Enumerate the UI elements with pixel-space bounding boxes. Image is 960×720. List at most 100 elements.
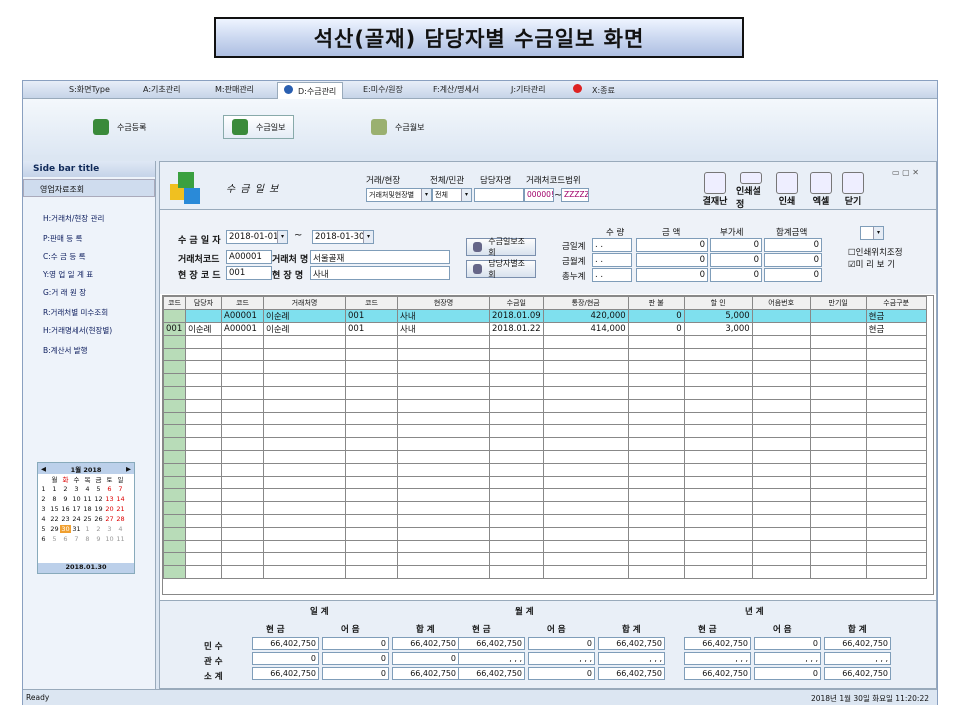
calendar-day[interactable]: 12	[93, 495, 104, 503]
calendar-day[interactable]: 26	[93, 515, 104, 523]
calendar-day[interactable]: 8	[82, 535, 93, 543]
table-row[interactable]	[163, 334, 927, 349]
table-row[interactable]	[163, 526, 927, 541]
calendar-day[interactable]: 10	[71, 495, 82, 503]
code-from-input[interactable]: 00000!	[524, 188, 554, 202]
close-button[interactable]: 닫기	[838, 172, 868, 210]
ribbon-monthly-report[interactable]: 수금월보	[363, 115, 432, 139]
public-select[interactable]: 전체 ▾	[432, 188, 472, 202]
calendar-day[interactable]: 4	[115, 525, 126, 533]
calendar-day[interactable]: 6	[60, 535, 71, 543]
calendar-day[interactable]: 1	[82, 525, 93, 533]
sidebar-item-ledger[interactable]: G:거 래 원 장	[43, 287, 86, 298]
calendar-day[interactable]: 3	[104, 525, 115, 533]
print-button[interactable]: 인쇄	[772, 172, 802, 210]
calendar-day[interactable]: 8	[49, 495, 60, 503]
calendar-day[interactable]: 19	[93, 505, 104, 513]
table-row[interactable]	[163, 437, 927, 451]
type-select[interactable]: 거래처및현장별 ▾	[366, 188, 432, 202]
table-row[interactable]	[163, 411, 927, 426]
calendar-day[interactable]: 20	[104, 505, 115, 513]
menu-sales[interactable]: M:판매관리	[215, 84, 254, 95]
grid-col-header[interactable]: 담당자	[185, 296, 222, 310]
grid-col-header[interactable]: 코드	[221, 296, 264, 310]
table-row[interactable]	[163, 360, 927, 375]
table-row[interactable]: 001 이순례 A00001 이순례 001 사내 2018.01.22 414,000 0 3,…	[163, 321, 927, 336]
calendar-day[interactable]: 5	[93, 485, 104, 493]
daily-query-button[interactable]: 수금일보조회	[466, 237, 536, 257]
table-row[interactable]	[163, 398, 927, 413]
print-position-option[interactable]: ☐인쇄위치조정	[848, 246, 903, 258]
manager-query-button[interactable]: 담당자별조회	[466, 259, 536, 279]
calendar-day[interactable]: 3	[71, 485, 82, 493]
sidebar-item-client[interactable]: H:거래처/현장 관리	[43, 213, 104, 224]
table-row[interactable]	[163, 424, 927, 439]
ribbon-collection-entry[interactable]: 수금등록	[85, 115, 154, 139]
grid-col-header[interactable]: 할 인	[683, 296, 753, 310]
calendar-day[interactable]: 11	[82, 495, 93, 503]
sidebar-item-receivable[interactable]: R:거래처별 미수조회	[43, 307, 108, 318]
table-row[interactable]	[163, 488, 927, 503]
table-row[interactable]	[163, 513, 927, 528]
calendar-day[interactable]: 4	[82, 485, 93, 493]
calendar-day[interactable]: 5	[49, 535, 60, 543]
grid-col-header[interactable]: 코드	[163, 296, 186, 310]
calendar-day[interactable]: 2	[93, 525, 104, 533]
menu-receivable[interactable]: E:미수/원장	[363, 84, 403, 95]
calendar-day[interactable]: 16	[60, 505, 71, 513]
prev-month-icon[interactable]: ◀	[41, 465, 46, 473]
preview-option[interactable]: ☑미 리 보 기	[848, 258, 895, 270]
manager-input[interactable]	[474, 188, 524, 202]
grid-col-header[interactable]: 현장명	[397, 296, 490, 310]
calendar-day[interactable]: 29	[49, 525, 60, 533]
menu-invoice[interactable]: F:계산/명세서	[433, 84, 479, 95]
ribbon-daily-report[interactable]: 수금일보	[223, 115, 295, 139]
approval-button[interactable]: 결재난	[700, 172, 730, 210]
calendar-day[interactable]: 15	[49, 505, 60, 513]
calendar-day[interactable]: 17	[71, 505, 82, 513]
table-row[interactable]	[163, 552, 927, 567]
calendar-day[interactable]: 10	[104, 535, 115, 543]
calendar-day[interactable]: 6	[104, 485, 115, 493]
menu-basic[interactable]: A:기초관리	[143, 84, 180, 95]
sidebar-item-collection[interactable]: C:수 금 등 록	[43, 251, 86, 262]
sidebar-section[interactable]: 영업자료조회	[23, 179, 155, 197]
table-row[interactable]	[163, 475, 927, 490]
calendar-today[interactable]: 2018.01.30	[38, 563, 134, 573]
site-name-input[interactable]: 사내	[310, 266, 450, 280]
client-code-input[interactable]: A00001	[226, 250, 272, 264]
grid-col-header[interactable]: 만기일	[809, 296, 867, 310]
print-option-select[interactable]: ▾	[860, 226, 884, 240]
sidebar-item-sales[interactable]: P:판매 등 록	[43, 233, 82, 244]
grid-col-header[interactable]: 통장/현금	[542, 296, 629, 310]
calendar-day[interactable]: 18	[82, 505, 93, 513]
calendar-day[interactable]: 9	[60, 495, 71, 503]
calendar-day[interactable]: 1	[49, 485, 60, 493]
collection-grid[interactable]: 코드 담당자 코드 거래처명 코드 현장명 수금일 통장/현금 판 불할 인 어음번호 만기일 수금구…	[162, 295, 934, 595]
table-row[interactable]	[163, 565, 927, 579]
grid-col-header[interactable]: 수금일	[489, 296, 544, 310]
calendar-day[interactable]: 14	[115, 495, 126, 503]
menu-etc[interactable]: J:기타관리	[511, 84, 546, 95]
date-from-input[interactable]: 2018-01-01 ▾	[226, 230, 288, 244]
table-row[interactable]	[163, 347, 927, 362]
site-code-input[interactable]: 001	[226, 266, 272, 280]
table-row[interactable]	[163, 462, 927, 477]
excel-button[interactable]: 엑셀	[806, 172, 836, 210]
grid-col-header[interactable]: 어음번호	[751, 296, 811, 310]
calendar-day[interactable]: 2	[60, 485, 71, 493]
sidebar-item-statement[interactable]: H:거래명세서(현장별)	[43, 325, 112, 336]
grid-col-header[interactable]: 코드	[345, 296, 398, 310]
menu-collection[interactable]: D:수금관리	[277, 82, 344, 99]
table-row[interactable]	[163, 501, 927, 515]
calendar-day[interactable]: 7	[71, 535, 82, 543]
client-name-input[interactable]: 서울골재	[310, 250, 450, 264]
calendar-day[interactable]: 24	[71, 515, 82, 523]
calendar-day[interactable]: 11	[115, 535, 126, 543]
grid-col-header[interactable]: 거래처명	[263, 296, 346, 310]
calendar-day[interactable]: 31	[71, 525, 82, 533]
grid-col-header[interactable]: 판 불	[627, 296, 685, 310]
calendar-day[interactable]: 28	[115, 515, 126, 523]
code-to-input[interactable]: ZZZZZ	[561, 188, 589, 202]
date-to-input[interactable]: 2018-01-30 ▾	[312, 230, 374, 244]
